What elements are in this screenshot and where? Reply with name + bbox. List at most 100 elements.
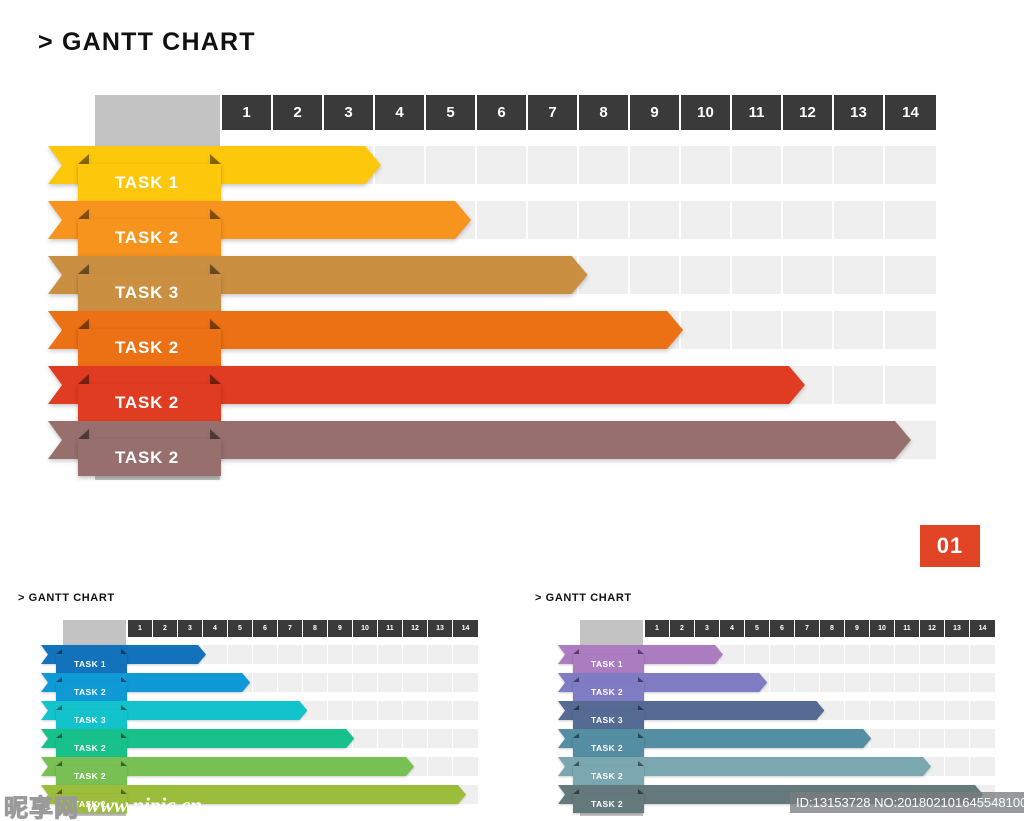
mini-left-col-14[interactable]: 14	[453, 620, 478, 637]
mini-left-col-2[interactable]: 2	[153, 620, 178, 637]
mini-left-col-5[interactable]: 5	[228, 620, 253, 637]
ribbon-fold-right-icon	[121, 761, 127, 766]
task-label-banner[interactable]: TASK 3	[573, 705, 644, 729]
mini-right-col-4[interactable]: 4	[720, 620, 745, 637]
task-label-banner[interactable]: TASK 2	[78, 374, 221, 421]
mini-right-col-5[interactable]: 5	[745, 620, 770, 637]
task-label-banner[interactable]: TASK 2	[573, 733, 644, 757]
mini-right-col-10[interactable]: 10	[870, 620, 895, 637]
mini-right-col-1[interactable]: 1	[645, 620, 670, 637]
ribbon-fold-right-icon	[638, 761, 644, 766]
mini-left-col-1[interactable]: 1	[128, 620, 153, 637]
timeline-header-row: 1 2 3 4 5 6 7 8 9 10 11 12 13 14	[222, 95, 936, 130]
timeline-col-1[interactable]: 1	[222, 95, 273, 130]
track-cell	[303, 645, 328, 664]
task-bar-row: TASK 2	[0, 421, 1024, 476]
task-label-banner[interactable]: TASK 2	[573, 789, 644, 813]
track-cell	[453, 645, 478, 664]
mini-left-col-4[interactable]: 4	[203, 620, 228, 637]
timeline-col-13[interactable]: 13	[834, 95, 885, 130]
task-label-banner[interactable]: TASK 2	[78, 429, 221, 476]
timeline-col-7[interactable]: 7	[528, 95, 579, 130]
ribbon-fold-right-icon	[210, 374, 221, 384]
ribbon-fold-right-icon	[638, 649, 644, 654]
mini-left-col-9[interactable]: 9	[328, 620, 353, 637]
track-cell	[870, 673, 895, 692]
track-cell	[453, 729, 478, 748]
mini-left-col-7[interactable]: 7	[278, 620, 303, 637]
mini-right-col-7[interactable]: 7	[795, 620, 820, 637]
watermark-logo-text: 昵享网	[4, 794, 79, 821]
mini-right-col-12[interactable]: 12	[920, 620, 945, 637]
ribbon-fold-left-icon	[78, 154, 89, 164]
track-cell	[770, 673, 795, 692]
track-cell	[353, 645, 378, 664]
task-label-banner[interactable]: TASK 1	[573, 649, 644, 673]
timeline-col-6[interactable]: 6	[477, 95, 528, 130]
task-label-banner[interactable]: TASK 3	[56, 705, 127, 729]
track-cell	[920, 645, 945, 664]
image-id-strip: ID:13153728 NO:20180210164554810000	[790, 792, 1024, 813]
track-cell	[920, 729, 945, 748]
track-cell	[720, 645, 745, 664]
mini-left-col-11[interactable]: 11	[378, 620, 403, 637]
timeline-col-14[interactable]: 14	[885, 95, 936, 130]
track-cell	[845, 645, 870, 664]
mini-right-col-14[interactable]: 14	[970, 620, 995, 637]
timeline-col-10[interactable]: 10	[681, 95, 732, 130]
mini-right-col-9[interactable]: 9	[845, 620, 870, 637]
task-bar-row: TASK 2	[0, 366, 1024, 421]
mini-left-col-3[interactable]: 3	[178, 620, 203, 637]
ribbon-fold-right-icon	[121, 677, 127, 682]
mini-left-col-6[interactable]: 6	[253, 620, 278, 637]
ribbon-fold-left-icon	[78, 319, 89, 329]
timeline-col-8[interactable]: 8	[579, 95, 630, 130]
timeline-col-12[interactable]: 12	[783, 95, 834, 130]
task-label-banner[interactable]: TASK 2	[573, 761, 644, 785]
timeline-col-5[interactable]: 5	[426, 95, 477, 130]
mini-left-col-13[interactable]: 13	[428, 620, 453, 637]
mini-right-col-3[interactable]: 3	[695, 620, 720, 637]
task-label-banner[interactable]: TASK 2	[56, 733, 127, 757]
track-cell	[920, 673, 945, 692]
mini-right-col-8[interactable]: 8	[820, 620, 845, 637]
timeline-col-9[interactable]: 9	[630, 95, 681, 130]
task-bar-row: TASK 2	[0, 311, 1024, 366]
track-cell	[303, 673, 328, 692]
ribbon-fold-right-icon	[121, 733, 127, 738]
task-label-text: TASK 3	[74, 714, 106, 725]
timeline-col-4[interactable]: 4	[375, 95, 426, 130]
task-label-banner[interactable]: TASK 1	[78, 154, 221, 201]
mini-right-header-row: 1 2 3 4 5 6 7 8 9 10 11 12 13 14	[645, 620, 995, 637]
task-label-banner[interactable]: TASK 3	[78, 264, 221, 311]
track-cell	[328, 673, 353, 692]
mini-right-col-13[interactable]: 13	[945, 620, 970, 637]
task-label-banner[interactable]: TASK 2	[573, 677, 644, 701]
task-label-banner[interactable]: TASK 2	[56, 677, 127, 701]
ribbon-fold-right-icon	[121, 705, 127, 710]
track-cell	[845, 673, 870, 692]
ribbon-fold-left-icon	[573, 649, 579, 654]
mini-right-col-2[interactable]: 2	[670, 620, 695, 637]
mini-left-col-8[interactable]: 8	[303, 620, 328, 637]
task-label-banner[interactable]: TASK 2	[78, 209, 221, 256]
task-label-banner[interactable]: TASK 2	[56, 761, 127, 785]
track-cell	[353, 701, 378, 720]
track-cell	[403, 673, 428, 692]
timeline-col-11[interactable]: 11	[732, 95, 783, 130]
ribbon-fold-right-icon	[210, 209, 221, 219]
task-label-text: TASK 1	[74, 658, 106, 669]
track-cell	[745, 645, 770, 664]
mini-right-col-11[interactable]: 11	[895, 620, 920, 637]
ribbon-fold-right-icon	[210, 264, 221, 274]
mini-right-col-6[interactable]: 6	[770, 620, 795, 637]
timeline-col-3[interactable]: 3	[324, 95, 375, 130]
task-label-banner[interactable]: TASK 2	[78, 319, 221, 366]
task-label-banner[interactable]: TASK 1	[56, 649, 127, 673]
track-cell	[895, 729, 920, 748]
timeline-col-2[interactable]: 2	[273, 95, 324, 130]
mini-left-col-12[interactable]: 12	[403, 620, 428, 637]
mini-left-col-10[interactable]: 10	[353, 620, 378, 637]
track-cell	[870, 645, 895, 664]
ribbon-fold-right-icon	[210, 319, 221, 329]
